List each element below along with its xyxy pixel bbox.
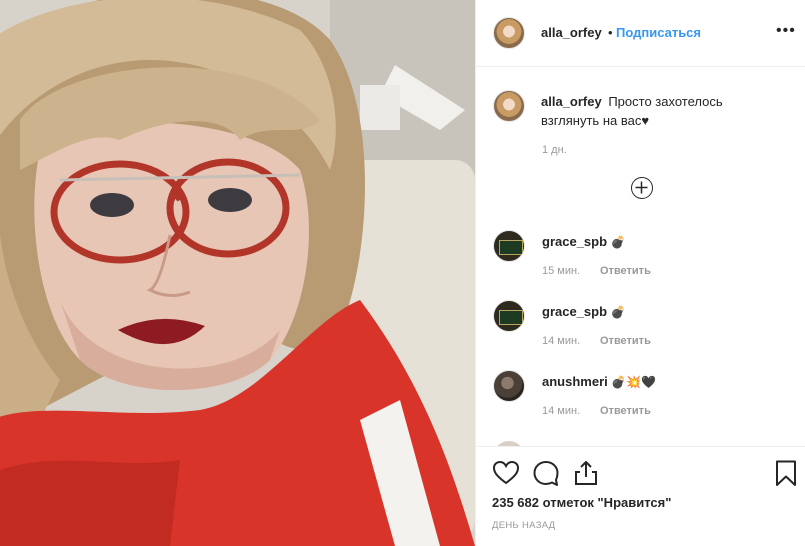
author-username[interactable]: alla_orfey xyxy=(541,25,602,40)
commenter-username[interactable]: grace_spb xyxy=(542,304,607,319)
share-icon[interactable] xyxy=(572,459,600,487)
plus-circle-icon[interactable] xyxy=(631,177,653,199)
commenter-avatar[interactable] xyxy=(493,300,525,332)
reply-button[interactable]: Ответить xyxy=(600,335,651,347)
heart-emoji: ♥ xyxy=(641,113,650,128)
reply-button[interactable]: Ответить xyxy=(600,405,651,417)
more-options-icon[interactable]: ••• xyxy=(776,22,796,40)
comment-timestamp: 14 мин. xyxy=(542,405,581,417)
header-separator: • xyxy=(608,25,613,40)
commenter-avatar[interactable] xyxy=(493,230,525,262)
caption-timestamp[interactable]: 1 дн. xyxy=(542,144,567,156)
reply-button[interactable]: Ответить xyxy=(600,265,651,277)
likes-count[interactable]: 235 682 отметок "Нравится" xyxy=(492,495,671,510)
caption-text: alla_orfey Просто захотелось взглянуть н… xyxy=(541,92,771,130)
commenter-username[interactable]: grace_spb xyxy=(542,234,607,249)
comment-text: grace_spb 💣 xyxy=(542,234,626,249)
plus-icon xyxy=(635,181,648,194)
comment-icon[interactable] xyxy=(532,459,560,487)
post-timestamp[interactable]: ДЕНЬ НАЗАД xyxy=(492,520,555,531)
author-avatar[interactable] xyxy=(493,17,525,49)
comment-body: 💣 xyxy=(610,235,626,249)
comment-text: anushmeri 💣💥🖤 xyxy=(542,374,656,389)
post-details-panel: alla_orfey • Подписаться ••• alla_orfey … xyxy=(475,0,805,546)
post-actions: 235 682 отметок "Нравится" ДЕНЬ НАЗАД xyxy=(476,446,805,546)
heart-icon[interactable] xyxy=(492,459,520,487)
comment-item: anushmeri 💣💥🖤 14 мин. Ответить xyxy=(476,370,805,430)
caption-avatar[interactable] xyxy=(493,90,525,122)
comment-body: 💣 xyxy=(610,305,626,319)
comment-timestamp: 15 мин. xyxy=(542,265,581,277)
comment-item: grace_spb 💣 15 мин. Ответить xyxy=(476,230,805,290)
comment-timestamp: 14 мин. xyxy=(542,335,581,347)
comment-item: grace_spb 💣 14 мин. Ответить xyxy=(476,300,805,360)
selfie-photo xyxy=(0,0,475,546)
post-photo[interactable] xyxy=(0,0,475,546)
commenter-avatar[interactable] xyxy=(493,370,525,402)
caption-username[interactable]: alla_orfey xyxy=(541,94,602,109)
comment-body: 💣💥🖤 xyxy=(611,375,657,389)
commenter-username[interactable]: anushmeri xyxy=(542,374,608,389)
comment-text: grace_spb 💣 xyxy=(542,304,626,319)
post-header: alla_orfey • Подписаться ••• xyxy=(476,0,805,67)
bookmark-icon[interactable] xyxy=(772,459,800,487)
follow-button[interactable]: Подписаться xyxy=(616,25,701,40)
